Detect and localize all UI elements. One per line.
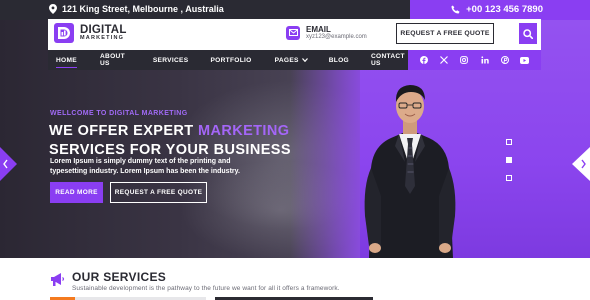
nav-home[interactable]: HOME	[56, 50, 77, 70]
businessman-photo	[364, 85, 456, 258]
hero-welcome: WELLCOME TO DIGITAL MARKETING	[50, 110, 188, 117]
phone[interactable]: +00 123 456 7890	[451, 4, 543, 15]
request-quote-hero-button[interactable]: REQUEST A FREE QUOTE	[110, 182, 207, 203]
nav-contact-us[interactable]: CONTACT US	[371, 50, 408, 70]
linkedin-icon[interactable]	[479, 54, 491, 66]
phone-text[interactable]: +00 123 456 7890	[466, 4, 543, 15]
logo-mark-icon	[54, 23, 74, 43]
search-button[interactable]	[519, 23, 537, 44]
email-contact[interactable]: EMAIL xyz123@example.com	[286, 25, 367, 40]
envelope-icon	[286, 25, 300, 40]
nav-pages-label: PAGES	[274, 56, 299, 64]
phone-icon	[451, 5, 460, 14]
carousel-dot-1[interactable]	[506, 138, 512, 145]
carousel-dot-2[interactable]	[506, 156, 512, 163]
read-more-button[interactable]: READ MORE	[50, 182, 103, 203]
site-logo[interactable]: DIGITAL MARKETING	[54, 22, 127, 44]
nav-services[interactable]: SERVICES	[153, 50, 189, 70]
carousel-next-arrow[interactable]	[572, 147, 590, 181]
youtube-icon[interactable]	[519, 54, 531, 66]
carousel-dot-3[interactable]	[506, 174, 512, 181]
hero-heading-accent: MARKETING	[198, 123, 290, 139]
request-quote-header-button[interactable]: REQUEST A FREE QUOTE	[396, 23, 494, 44]
nav-about-us[interactable]: ABOUT US	[100, 50, 130, 70]
logo-subtitle: MARKETING	[80, 35, 125, 41]
pinterest-icon[interactable]	[499, 54, 511, 66]
facebook-icon[interactable]	[418, 54, 430, 66]
email-label: EMAIL	[306, 25, 331, 34]
services-title: OUR SERVICES	[72, 270, 167, 284]
search-icon	[523, 28, 533, 39]
carousel-prev-arrow[interactable]	[0, 147, 17, 181]
carousel-dots	[506, 138, 512, 192]
megaphone-icon	[51, 273, 65, 286]
social-links	[408, 50, 541, 70]
chevron-down-icon	[301, 58, 308, 62]
address: 121 King Street, Melbourne , Australia	[49, 4, 224, 14]
x-icon[interactable]	[438, 54, 450, 66]
nav-blog[interactable]: BLOG	[329, 50, 349, 70]
nav-portfolio[interactable]: PORTFOLIO	[210, 50, 251, 70]
top-bar: 121 King Street, Melbourne , Australia +…	[0, 0, 590, 20]
main-nav: HOME ABOUT US SERVICES PORTFOLIO PAGES B…	[48, 50, 408, 70]
instagram-icon[interactable]	[458, 54, 470, 66]
nav-pages[interactable]: PAGES	[275, 50, 308, 70]
email-value[interactable]: xyz123@example.com	[306, 34, 367, 40]
location-pin-icon	[49, 4, 57, 14]
services-subtitle: Sustainable development is the pathway t…	[72, 285, 340, 292]
hero-heading: WE OFFER EXPERT MARKETING SERVICES FOR Y…	[49, 122, 291, 160]
site-header: DIGITAL MARKETING EMAIL xyz123@example.c…	[48, 19, 541, 70]
hero-heading-pre: WE OFFER EXPERT	[49, 123, 198, 139]
address-text: 121 King Street, Melbourne , Australia	[62, 4, 224, 14]
hero-heading-line2: SERVICES FOR YOUR BUSINESS	[49, 142, 291, 158]
hero-description: Lorem Ipsum is simply dummy text of the …	[50, 158, 240, 175]
